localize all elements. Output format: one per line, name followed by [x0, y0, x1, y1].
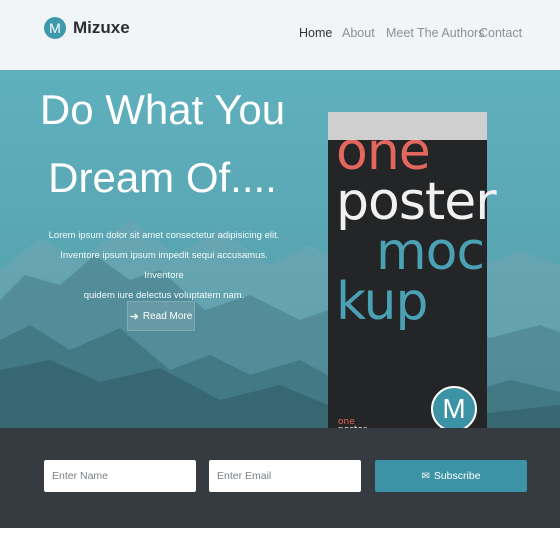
nav-link-contact[interactable]: Contact	[479, 26, 522, 40]
footer-strip	[0, 528, 560, 560]
nav-link-meet-the-authors[interactable]: Meet The Authors	[386, 26, 484, 40]
hero-description-line: Inventore ipsum ipsum impedit sequi accu…	[60, 250, 268, 281]
poster-logo-icon: M	[431, 386, 477, 428]
hero-title-line2: Dream Of....	[48, 154, 277, 201]
subscribe-label: Subscribe	[433, 470, 481, 482]
poster-mockup-image: one poster moc kup one poster moc kup M	[328, 112, 497, 428]
envelope-icon: ✉	[421, 470, 430, 482]
hero-title-line1: Do What You	[39, 86, 286, 133]
name-input[interactable]	[44, 460, 196, 492]
poster-word: poster	[336, 172, 497, 232]
hero-section: Do What You Dream Of.... Lorem ipsum dol…	[0, 70, 560, 428]
poster-top-overlay	[328, 112, 487, 140]
subscribe-section: ✉ Subscribe	[0, 428, 560, 528]
hero-description-line: Lorem ipsum dolor sit amet consectetur a…	[48, 230, 280, 241]
arrow-right-icon: ➜	[129, 310, 139, 323]
subscribe-button[interactable]: ✉ Subscribe	[375, 460, 527, 492]
read-more-label: Read More	[142, 310, 193, 322]
nav-link-about[interactable]: About	[342, 26, 375, 40]
nav-link-home[interactable]: Home	[299, 26, 332, 40]
brand-logo-icon: M	[44, 17, 66, 39]
read-more-button[interactable]: ➜ Read More	[127, 301, 195, 331]
hero-description: Lorem ipsum dolor sit amet consectetur a…	[42, 226, 286, 306]
poster-word: kup	[336, 272, 428, 332]
email-input[interactable]	[209, 460, 361, 492]
brand-name: Mizuxe	[73, 18, 130, 37]
navbar: M Mizuxe Home About Meet The Authors Con…	[0, 0, 560, 70]
brand[interactable]: M Mizuxe	[44, 17, 130, 39]
poster-word: moc	[376, 222, 485, 282]
